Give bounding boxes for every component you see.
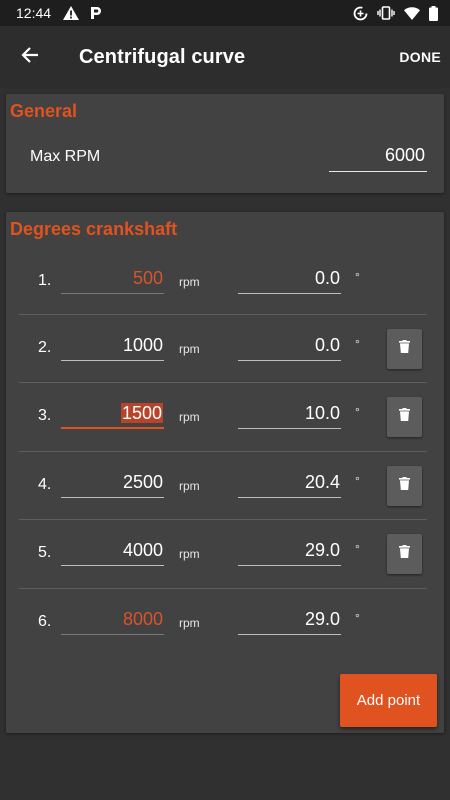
degree-input[interactable]: 0.0 xyxy=(238,331,341,361)
degree-input[interactable]: 0.0 xyxy=(238,264,341,294)
back-button[interactable] xyxy=(0,26,60,88)
curve-point-row: 3. 1500 rpm 10.0 ° xyxy=(6,383,444,451)
rpm-unit-label: rpm xyxy=(179,275,200,289)
selected-text: 1500 xyxy=(120,403,163,423)
status-bar: 12:44 xyxy=(0,0,450,26)
degree-unit-label: ° xyxy=(355,337,360,351)
degree-unit-label: ° xyxy=(355,542,360,556)
arrow-back-icon xyxy=(21,46,39,69)
degree-unit-label: ° xyxy=(355,270,360,284)
status-time: 12:44 xyxy=(16,5,52,21)
vibrate-icon xyxy=(377,6,395,20)
rpm-unit-label: rpm xyxy=(179,342,200,356)
degrees-section-title: Degrees crankshaft xyxy=(10,219,178,239)
data-saver-icon xyxy=(353,6,368,21)
degree-input[interactable]: 29.0 xyxy=(238,605,341,635)
degree-input[interactable]: 20.4 xyxy=(238,468,341,498)
degree-unit-label: ° xyxy=(355,405,360,419)
degree-unit-label: ° xyxy=(355,474,360,488)
page-title: Centrifugal curve xyxy=(79,45,246,68)
general-card: General Max RPM 6000 xyxy=(6,94,444,193)
rpm-input[interactable]: 2500 xyxy=(61,468,164,498)
trash-icon xyxy=(399,477,410,495)
row-number: 1. xyxy=(38,272,52,289)
delete-point-button[interactable] xyxy=(387,466,422,506)
wifi-icon xyxy=(404,6,420,20)
curve-point-row: 5. 4000 rpm 29.0 ° xyxy=(6,520,444,588)
row-number: 6. xyxy=(38,613,52,630)
curve-point-row: 1. 500 rpm 0.0 ° xyxy=(6,248,444,316)
general-section-title: General xyxy=(10,101,78,121)
max-rpm-label: Max RPM xyxy=(30,148,101,165)
parking-icon xyxy=(89,6,103,20)
rpm-unit-label: rpm xyxy=(179,547,200,561)
degrees-card: Degrees crankshaft 1. 500 rpm 0.0 ° 2. 1… xyxy=(6,212,444,733)
delete-point-button[interactable] xyxy=(387,329,422,369)
row-number: 4. xyxy=(38,476,52,493)
rpm-input-focused[interactable]: 1500 xyxy=(61,399,164,429)
done-button[interactable]: DONE xyxy=(391,39,441,75)
trash-icon xyxy=(399,408,410,426)
max-rpm-input[interactable]: 6000 xyxy=(329,142,427,172)
delete-point-button[interactable] xyxy=(387,397,422,437)
row-number: 5. xyxy=(38,544,52,561)
rpm-input[interactable]: 4000 xyxy=(61,536,164,566)
rpm-input[interactable]: 1000 xyxy=(61,331,164,361)
degree-input[interactable]: 29.0 xyxy=(238,536,341,566)
warning-icon xyxy=(63,6,80,20)
add-point-button[interactable]: Add point xyxy=(340,674,437,727)
curve-point-row: 4. 2500 rpm 20.4 ° xyxy=(6,452,444,520)
row-number: 3. xyxy=(38,407,52,424)
curve-point-row: 2. 1000 rpm 0.0 ° xyxy=(6,315,444,383)
degree-input[interactable]: 10.0 xyxy=(238,399,341,429)
app-bar: Centrifugal curve DONE xyxy=(0,26,450,88)
row-number: 2. xyxy=(38,339,52,356)
degree-unit-label: ° xyxy=(355,611,360,625)
trash-icon xyxy=(399,340,410,358)
curve-point-row: 6. 8000 rpm 29.0 ° xyxy=(6,589,444,657)
rpm-input[interactable]: 8000 xyxy=(61,605,164,635)
rpm-input[interactable]: 500 xyxy=(61,264,164,294)
trash-icon xyxy=(399,545,410,563)
delete-point-button[interactable] xyxy=(387,534,422,574)
rpm-unit-label: rpm xyxy=(179,410,200,424)
battery-icon xyxy=(429,5,438,21)
rpm-unit-label: rpm xyxy=(179,479,200,493)
rpm-unit-label: rpm xyxy=(179,616,200,630)
